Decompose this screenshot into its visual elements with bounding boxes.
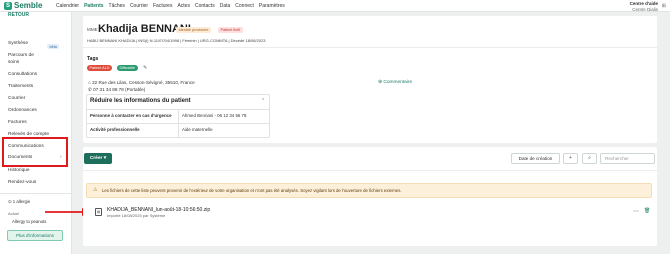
nav-data[interactable]: Data (220, 3, 231, 9)
semble-logo[interactable]: S Semble (4, 1, 56, 10)
reduce-info-toggle[interactable]: Réduire les informations du patient (90, 98, 191, 104)
create-button[interactable]: Créer ▾ (84, 153, 112, 164)
table-column-divider (178, 109, 179, 137)
nav-calendrier[interactable]: Calendrier (56, 3, 79, 9)
sidebar-item-documents[interactable]: Documents (8, 155, 32, 160)
chevron-right-icon: › (60, 154, 62, 160)
fictive-badge: Patient fictif (218, 27, 243, 33)
sidebar-item-factures[interactable]: Factures (8, 120, 27, 125)
emergency-contact-label: Personne à contacter en cas d'urgence (90, 113, 172, 118)
comment-link[interactable]: ⊕ Commentaire (378, 80, 412, 85)
grid-menu-icon[interactable]: ⊞ (662, 3, 666, 9)
documents-highlight-box (2, 137, 68, 167)
back-link[interactable]: RETOUR (8, 12, 29, 18)
tag-diffusible[interactable]: Diffusible (117, 65, 138, 71)
identity-badge: Identité provisoire (176, 27, 211, 33)
profession-label: Activité professionnelle (90, 127, 140, 132)
help-title: Centre d'aide (629, 1, 658, 6)
sidebar-item-parcours[interactable]: Parcours de soins (8, 53, 40, 66)
nav-parametres[interactable]: Paramètres (259, 3, 285, 9)
logo-mark: S (4, 1, 12, 10)
sidebar-item-synthese[interactable]: Synthèse (8, 41, 28, 46)
more-info-button[interactable]: Plus d'informations (7, 230, 63, 241)
nav-patients[interactable]: Patients (84, 3, 103, 9)
sidebar-item-ordonnances[interactable]: Ordonnances (8, 108, 37, 113)
warning-text: Les fichiers de cette liste peuvent prov… (102, 188, 402, 193)
patient-address: ⌂ 22 Rue des Lilas, Cesson-Sévigné, 3551… (88, 80, 195, 85)
sidebar-item-consultations[interactable]: Consultations (8, 72, 37, 77)
allergy-current-label: Actuel (8, 211, 20, 216)
nav-actes[interactable]: Actes (177, 3, 190, 9)
comment-label: Commentaire (383, 80, 413, 85)
documents-divider (83, 170, 657, 171)
patient-meta: HABIJ BENNANI KHADIJA | INS(i) N-11/07/0… (87, 38, 266, 43)
tags-label: Tags (87, 56, 99, 62)
emergency-contact-value: Ahmed Bennani - 06 12 34 56 78 (182, 113, 247, 118)
search-icon[interactable]: ⌕ (582, 153, 597, 164)
sidebar-divider (0, 193, 72, 194)
sidebar-item-courrier[interactable]: Courrier (8, 96, 25, 101)
chevron-up-icon[interactable]: ⌃ (261, 98, 265, 104)
sidebar-item-historique[interactable]: Historique (8, 168, 30, 173)
help-center[interactable]: Centre d'aide Centre Dialis (630, 1, 658, 12)
beta-badge: bêta (47, 44, 60, 49)
nav-contacts[interactable]: Contacts (195, 3, 215, 9)
add-icon[interactable]: + (563, 153, 578, 164)
allergy-count: ⊙ 1 allergie (8, 199, 30, 205)
more-options-icon[interactable]: ⋯ (633, 208, 639, 215)
patient-prefix: MME (87, 27, 98, 32)
tag-ald[interactable]: Patient ALD (87, 65, 113, 71)
main-nav: Calendrier Patients Tâches Courrier Fact… (56, 0, 290, 12)
sort-by-date-button[interactable]: Date de création (511, 153, 560, 164)
nav-courrier[interactable]: Courrier (130, 3, 148, 9)
patient-phone: ✆ 07 31 34 88 78 (Portable) (88, 87, 145, 93)
logo-text: Semble (14, 1, 43, 10)
trash-icon[interactable]: 🗑 (644, 208, 650, 214)
phone-text: 07 31 34 88 78 (Portable) (93, 87, 146, 92)
allergy-item: Allergy to peanuts (12, 219, 47, 224)
help-subtitle: Centre Dialis (632, 6, 658, 12)
chevron-down-icon: ▾ (102, 156, 107, 161)
profession-value: Aide maternelle (182, 127, 213, 132)
allergy-count-label: 1 allergie (12, 199, 31, 204)
file-meta: Importé 18/08/2025 par Système (107, 213, 166, 218)
nav-connect[interactable]: Connect (235, 3, 254, 9)
top-navigation-bar: S Semble Calendrier Patients Tâches Cour… (0, 0, 670, 12)
warning-icon: ⚠ (93, 187, 98, 193)
search-input[interactable]: Rechercher (600, 153, 655, 164)
header-divider (83, 47, 657, 48)
sidebar-item-rendez-vous[interactable]: Rendez-vous (8, 180, 36, 185)
nav-factures[interactable]: Factures (153, 3, 172, 9)
pencil-icon[interactable]: ✎ (143, 65, 147, 71)
address-text: 22 Rue des Lilas, Cesson-Sévigné, 35510,… (92, 80, 195, 85)
file-icon: ▤ (95, 208, 102, 216)
sidebar-item-traitements[interactable]: Traitements (8, 84, 33, 89)
create-label: Créer (89, 156, 103, 161)
nav-taches[interactable]: Tâches (109, 3, 125, 9)
